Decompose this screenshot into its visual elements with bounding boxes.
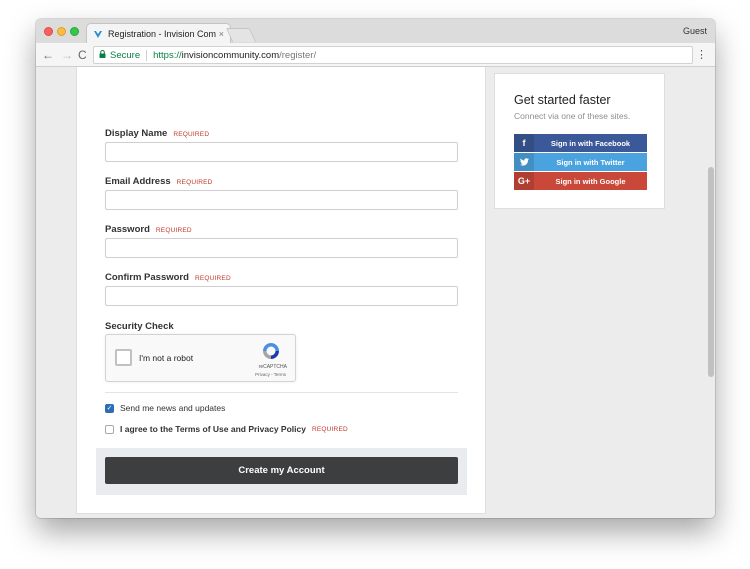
- zoom-window-button[interactable]: [70, 27, 79, 36]
- email-label-text: Email Address: [105, 176, 171, 187]
- password-label-text: Password: [105, 224, 150, 235]
- url-separator: [146, 49, 148, 61]
- display-name-input[interactable]: [105, 142, 458, 162]
- facebook-signin-label: Sign in with Facebook: [550, 138, 631, 148]
- newsletter-label: Send me news and updates: [120, 403, 226, 413]
- scrollbar-thumb[interactable]: [708, 167, 714, 377]
- back-arrow-icon[interactable]: ←: [42, 48, 54, 62]
- secure-label: Secure: [110, 49, 141, 61]
- recaptcha-brand: reCAPTCHA: [258, 364, 287, 370]
- confirm-password-label-text: Confirm Password: [105, 272, 189, 283]
- address-bar[interactable]: Secure https:// invisioncommunity.com /r…: [93, 46, 693, 64]
- newsletter-checkbox[interactable]: ✓: [105, 403, 114, 413]
- lock-icon: [99, 50, 106, 60]
- url-path: /register/: [279, 49, 317, 61]
- twitter-signin-button[interactable]: Sign in with Twitter: [514, 153, 647, 171]
- social-signin-card: Get started faster Connect via one of th…: [494, 73, 665, 209]
- terms-label: I agree to the Terms of Use and Privacy …: [120, 424, 306, 434]
- recaptcha-label: I'm not a robot: [139, 353, 194, 363]
- registration-form: Display Name REQUIRED Email Address REQUIR…: [76, 67, 486, 514]
- google-plus-icon: G+: [514, 172, 534, 190]
- required-tag: REQUIRED: [194, 275, 231, 282]
- facebook-icon: f: [514, 134, 534, 152]
- recaptcha-logo-icon: [261, 341, 281, 361]
- display-name-label-text: Display Name: [105, 128, 168, 139]
- newsletter-option[interactable]: ✓ Send me news and updates: [105, 403, 225, 413]
- recaptcha-privacy-terms[interactable]: Privacy - Terms: [255, 372, 286, 377]
- create-account-button[interactable]: Create my Account: [105, 457, 458, 484]
- email-input[interactable]: [105, 190, 458, 210]
- reload-icon[interactable]: C: [78, 48, 87, 62]
- browser-toolbar: ← → C Secure https:// invisioncommunity.…: [36, 43, 715, 67]
- url-host: invisioncommunity.com: [181, 49, 280, 61]
- required-tag: REQUIRED: [173, 131, 210, 138]
- password-input[interactable]: [105, 238, 458, 258]
- required-tag: REQUIRED: [155, 227, 192, 234]
- required-tag: REQUIRED: [176, 179, 213, 186]
- twitter-signin-label: Sign in with Twitter: [556, 157, 625, 167]
- recaptcha-widget: I'm not a robot reCAPTCHA Privacy - Term…: [105, 334, 296, 382]
- page-viewport: Display Name REQUIRED Email Address REQUIR…: [36, 67, 715, 518]
- confirm-password-input[interactable]: [105, 286, 458, 306]
- terms-option[interactable]: I agree to the Terms of Use and Privacy …: [105, 424, 348, 434]
- required-tag: REQUIRED: [311, 425, 348, 433]
- twitter-icon: [514, 153, 534, 171]
- new-tab-button[interactable]: [225, 28, 257, 42]
- recaptcha-checkbox[interactable]: [115, 349, 132, 366]
- email-label: Email Address REQUIRED: [105, 176, 213, 187]
- invision-favicon-icon: [93, 29, 103, 39]
- password-label: Password REQUIRED: [105, 224, 192, 235]
- google-signin-label: Sign in with Google: [555, 176, 626, 186]
- title-bar: Registration - Invision Commu × Guest: [36, 19, 715, 43]
- minimize-window-button[interactable]: [57, 27, 66, 36]
- browser-menu-icon[interactable]: ⋮: [696, 48, 707, 62]
- social-signin-title: Get started faster: [514, 93, 611, 107]
- profile-label[interactable]: Guest: [683, 26, 707, 36]
- display-name-label: Display Name REQUIRED: [105, 128, 209, 139]
- form-divider: [105, 392, 458, 393]
- facebook-signin-button[interactable]: f Sign in with Facebook: [514, 134, 647, 152]
- tab-close-icon[interactable]: ×: [219, 29, 224, 39]
- google-signin-button[interactable]: G+ Sign in with Google: [514, 172, 647, 190]
- terms-checkbox[interactable]: [105, 424, 114, 434]
- security-check-label: Security Check: [105, 321, 174, 332]
- submit-area: Create my Account: [96, 448, 467, 495]
- tab-registration[interactable]: Registration - Invision Commu ×: [86, 23, 231, 43]
- close-window-button[interactable]: [44, 27, 53, 36]
- confirm-password-label: Confirm Password REQUIRED: [105, 272, 231, 283]
- social-signin-subtitle: Connect via one of these sites.: [514, 111, 631, 121]
- browser-window: Registration - Invision Commu × Guest ← …: [36, 19, 715, 518]
- url-scheme: https://: [153, 49, 182, 61]
- forward-arrow-icon[interactable]: →: [61, 48, 73, 62]
- tab-title: Registration - Invision Commu: [108, 28, 216, 39]
- page-scrollbar[interactable]: [706, 67, 715, 518]
